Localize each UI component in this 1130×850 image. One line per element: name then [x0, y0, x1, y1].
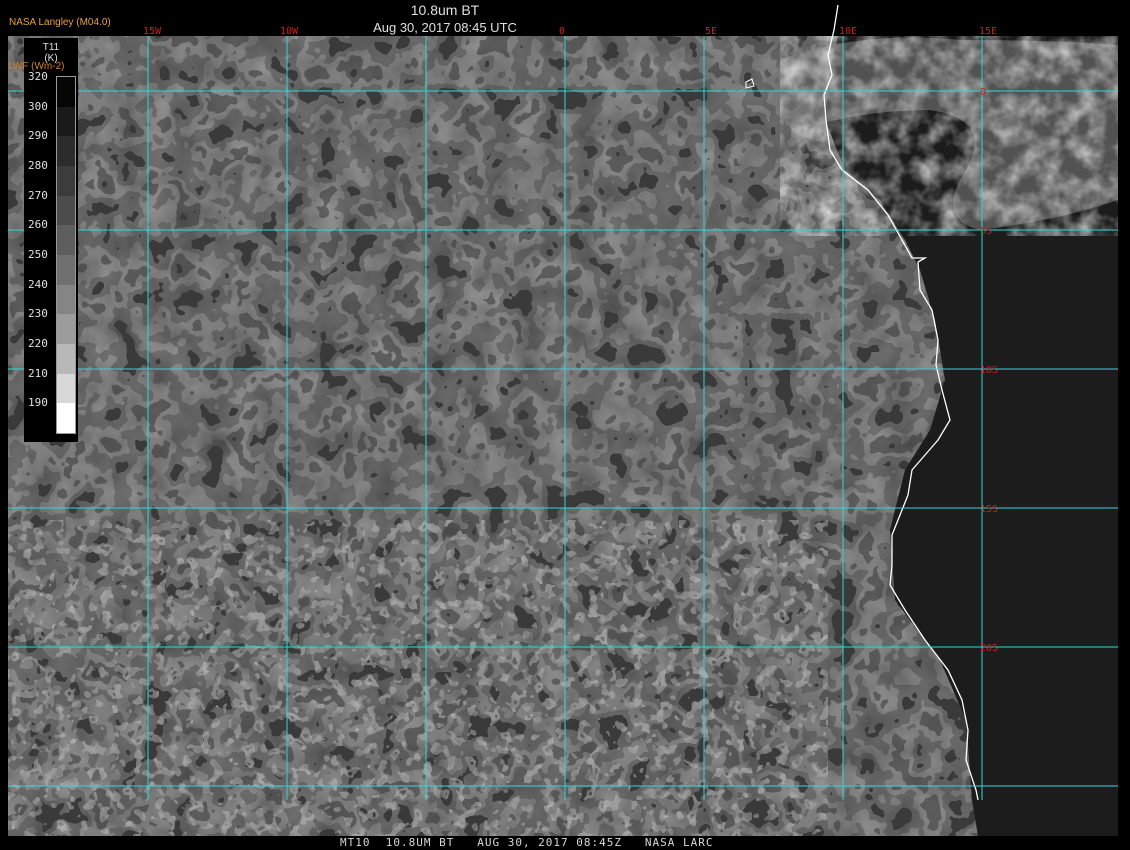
legend-swatch [57, 106, 75, 137]
satellite-map[interactable]: 15W 10W 0 5E 10E 15E05S10S15S20S [0, 0, 1130, 850]
lat-label: 10S [980, 365, 998, 376]
legend-subtitle: LWF (Wm-2) [8, 61, 65, 72]
lon-label: 10W [280, 26, 299, 37]
legend-value: 190 [28, 396, 48, 410]
color-legend: T11 (K) 320 300 290 280 270 260 250 240 230 220 21… [24, 38, 78, 442]
legend-swatch [57, 136, 75, 166]
legend-swatch [57, 284, 75, 315]
legend-swatch [57, 77, 75, 107]
lon-label: 15W [143, 26, 162, 37]
cloud-texture-fine [8, 520, 828, 836]
lon-label: 10E [839, 26, 857, 37]
lat-label: 20S [980, 643, 998, 654]
product-title: 10.8um BT [410, 2, 480, 18]
lat-label: 5S [980, 226, 992, 237]
brand-label: NASA Langley (M04.0) [9, 17, 111, 28]
footer-caption: MT10 10.8UM BT AUG 30, 2017 08:45Z NASA … [340, 836, 714, 849]
legend-swatch [57, 373, 75, 404]
legend-swatch [57, 225, 75, 255]
legend-value: 210 [28, 366, 48, 380]
legend-value: 260 [28, 218, 48, 232]
legend-swatch [57, 166, 75, 196]
legend-swatch [57, 255, 75, 285]
legend-swatch [57, 403, 75, 433]
datetime-label: Aug 30, 2017 08:45 UTC [373, 20, 517, 35]
legend-value: 270 [28, 188, 48, 202]
lon-label: 15E [979, 26, 997, 37]
legend-value: 220 [28, 337, 48, 350]
legend-value: 290 [28, 129, 48, 143]
legend-swatch [57, 344, 75, 374]
legend-swatch [57, 314, 75, 344]
legend-swatch [57, 195, 75, 226]
legend-colorbar [56, 76, 76, 434]
legend-title: T11 [42, 42, 60, 53]
legend-value: 280 [28, 159, 48, 172]
lon-label: 5E [705, 26, 717, 37]
legend-value: 240 [28, 277, 48, 291]
legend-value: 300 [28, 99, 48, 113]
legend-value: 250 [28, 248, 48, 261]
lat-label: 0 [980, 87, 986, 98]
legend-value: 230 [28, 307, 48, 321]
lat-label: 15S [980, 504, 998, 515]
